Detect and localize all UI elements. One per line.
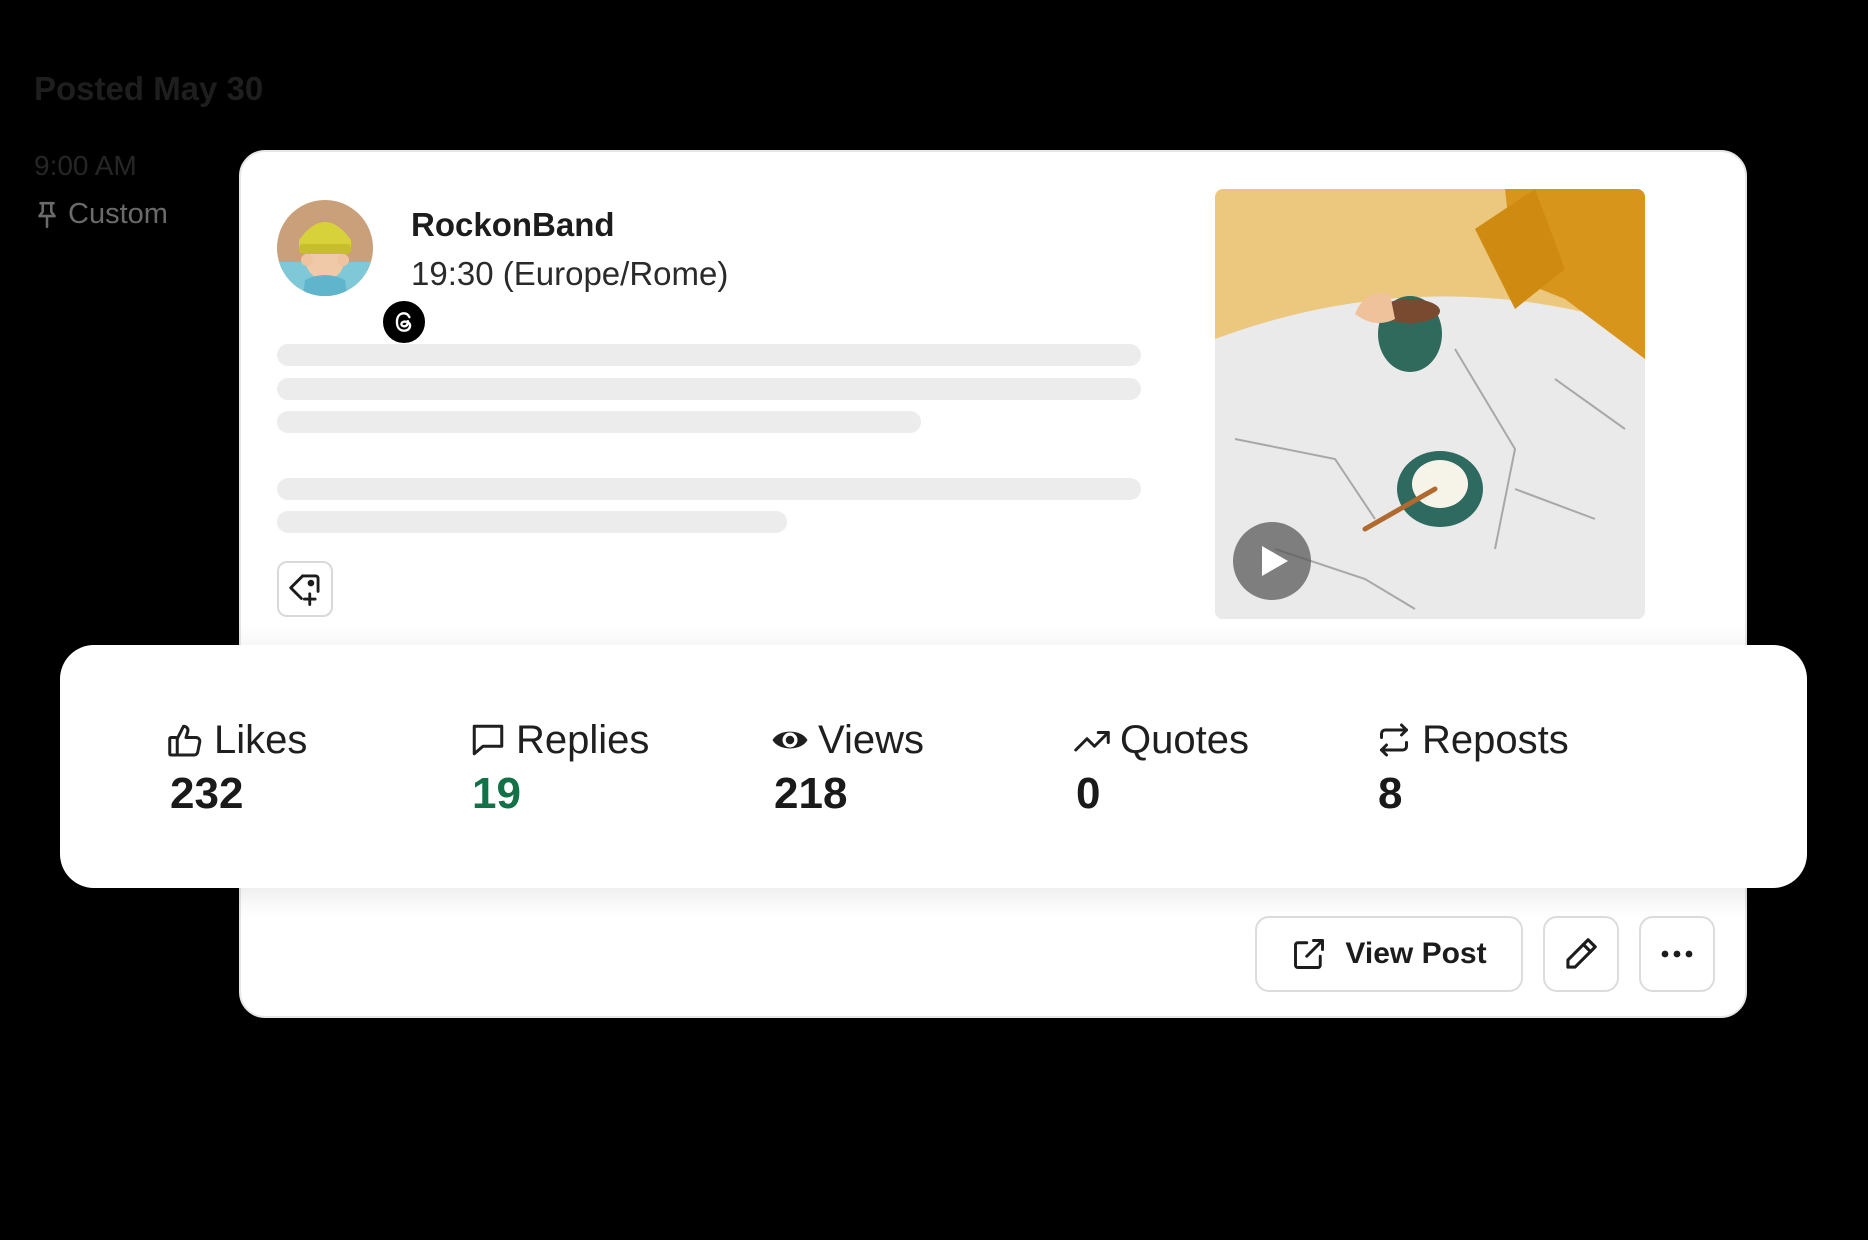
posted-time-label: 9:00 AM <box>34 150 137 181</box>
trending-up-icon <box>1074 731 1110 752</box>
schedule-mode-label: Custom <box>68 198 168 230</box>
quotes-label: Quotes <box>1120 717 1249 762</box>
more-options-button[interactable] <box>1639 916 1715 992</box>
quotes-value: 0 <box>1076 769 1101 818</box>
threads-badge <box>380 298 428 346</box>
post-stats-panel: Likes 232 Replies 19 Views 218 Quotes 0 … <box>60 645 1807 888</box>
comment-icon <box>472 724 504 756</box>
account-name: RockonBand <box>411 206 615 243</box>
pin-icon <box>38 201 56 228</box>
caption-placeholder-line <box>277 511 787 533</box>
schedule-mode: Custom <box>34 198 168 231</box>
account-avatar-group <box>277 200 428 346</box>
play-icon <box>1262 546 1288 576</box>
caption-placeholder-line <box>277 411 921 433</box>
play-button[interactable] <box>1233 522 1311 600</box>
replies-label: Replies <box>516 717 650 762</box>
avatar <box>277 200 373 296</box>
replies-value: 19 <box>472 769 521 818</box>
reposts-label: Reposts <box>1422 717 1569 762</box>
stat-likes: Likes 232 <box>166 715 307 819</box>
ellipsis-icon <box>1661 950 1693 958</box>
caption-placeholder-line <box>277 344 1141 366</box>
repost-icon <box>1380 723 1408 757</box>
caption-placeholder-line <box>277 478 1141 500</box>
likes-label: Likes <box>214 717 308 762</box>
reposts-value: 8 <box>1378 769 1403 818</box>
tag-plus-icon <box>289 574 320 606</box>
stat-quotes: Quotes 0 <box>1072 715 1249 819</box>
pencil-icon <box>1566 938 1597 969</box>
views-label: Views <box>818 717 924 762</box>
likes-value: 232 <box>170 769 244 818</box>
thumbs-up-icon <box>168 724 202 757</box>
external-link-icon <box>1294 939 1325 969</box>
eye-icon <box>772 731 808 749</box>
post-media-thumbnail[interactable] <box>1215 189 1645 619</box>
edit-post-button[interactable] <box>1543 916 1619 992</box>
threads-icon <box>395 312 412 332</box>
views-value: 218 <box>774 769 848 818</box>
stat-reposts: Reposts 8 <box>1374 715 1569 819</box>
caption-placeholder-line <box>277 378 1141 400</box>
scheduled-time: 19:30 (Europe/Rome) <box>411 255 729 292</box>
posted-date-label: Posted May 30 <box>34 70 264 107</box>
view-post-label: View Post <box>1345 937 1487 970</box>
stage: Posted May 30 9:00 AM Custom RockonBand … <box>0 0 1868 1240</box>
view-post-button[interactable]: View Post <box>1255 916 1523 992</box>
add-tag-button[interactable] <box>277 561 333 617</box>
stat-replies: Replies 19 <box>468 715 649 819</box>
stat-views: Views 218 <box>770 715 924 819</box>
